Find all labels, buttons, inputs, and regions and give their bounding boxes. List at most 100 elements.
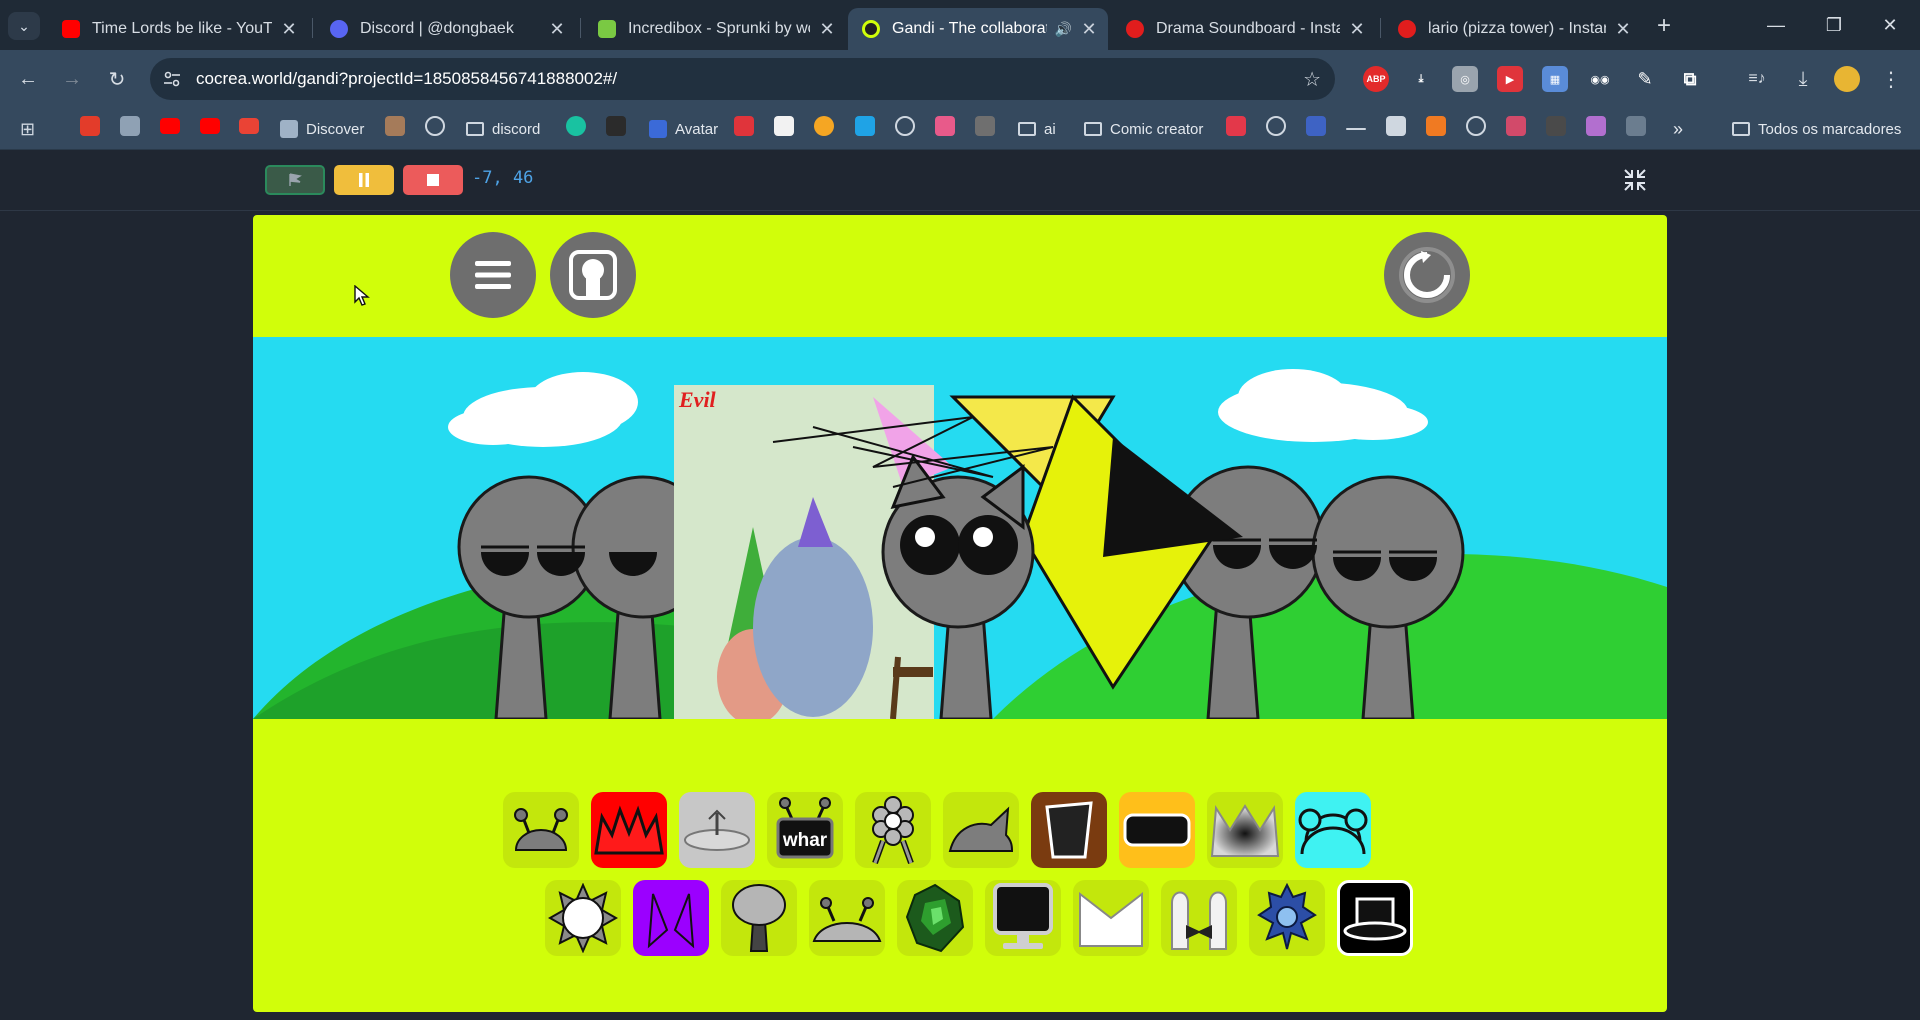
globe-icon[interactable] [895,116,915,136]
apps-button[interactable]: ⊞ [20,118,35,140]
tray-item-flower-robot[interactable] [855,792,931,868]
bookmark-icon[interactable] [1306,116,1326,136]
more-bookmarks-button[interactable]: » [1673,118,1683,140]
bookmark-star-icon[interactable]: ☆ [1303,67,1321,92]
bookmark-icon[interactable] [1506,116,1526,136]
tab-gandi[interactable]: Gandi - The collaborative 🔊 ✕ [848,8,1108,50]
exit-fullscreen-button[interactable] [1622,167,1648,193]
tray-item-purple-horns[interactable] [633,880,709,956]
forward-button[interactable]: → [57,64,87,94]
profile-avatar[interactable] [1832,64,1862,94]
bookmark-icon[interactable] [385,116,405,136]
bookmark-folder-discord[interactable]: discord [466,118,540,140]
address-bar[interactable]: cocrea.world/gandi?projectId=18508584567… [150,58,1335,100]
pause-button[interactable] [334,165,394,195]
downloads-button[interactable]: ⤓ [1788,64,1818,94]
tab-discord[interactable]: Discord | @dongbaek ✕ [316,8,576,50]
tray-item-satellite[interactable] [679,792,755,868]
tab-search-button[interactable]: ⌄ [8,12,40,40]
globe-icon[interactable] [1266,116,1286,136]
close-window-button[interactable]: ✕ [1862,8,1918,42]
bookmark-icon[interactable] [566,116,586,136]
camera-ext-icon[interactable]: ◎ [1452,66,1478,92]
bookmark-icon[interactable] [734,116,754,136]
glasses-ext-icon[interactable]: ◉◉ [1587,66,1613,92]
bookmark-icon[interactable] [975,116,995,136]
tray-item-computer[interactable] [985,880,1061,956]
tray-item-red-spikes[interactable] [591,792,667,868]
menu-button[interactable] [450,232,536,318]
bookmark-folder-comic-creator[interactable]: Comic creator [1084,118,1203,140]
puzzle-icon[interactable]: ⧉ [1677,66,1703,92]
bookmark-icon[interactable] [774,116,794,136]
bookmark-folder-ai[interactable]: ai [1018,118,1056,140]
game-stage[interactable]: Evil whar [253,215,1667,1012]
tray-item-blue-robot[interactable] [1249,880,1325,956]
adblock-icon[interactable]: ABP [1363,66,1389,92]
tray-item-headphones[interactable] [1295,792,1371,868]
restore-button[interactable]: ❐ [1806,8,1862,42]
bookmark-icon[interactable] [1586,116,1606,136]
globe-icon[interactable] [425,116,445,136]
tray-item-white-crown[interactable] [1073,880,1149,956]
media-control-button[interactable]: ≡♪ [1742,64,1772,94]
tray-item-cat-ear[interactable] [943,792,1019,868]
tab-youtube[interactable]: Time Lords be like - YouTube ✕ [48,8,308,50]
tray-item-tree[interactable] [721,880,797,956]
speaker-icon[interactable]: 🔊 [1055,21,1072,38]
globe-icon[interactable] [1466,116,1486,136]
satellite-dish-icon [684,809,750,851]
bookmark-icon[interactable] [1346,128,1366,130]
bookmark-avatar[interactable]: Avatar [649,118,718,140]
close-icon[interactable]: ✕ [818,19,836,40]
tab-drama-soundboard[interactable]: Drama Soundboard - Instant ✕ [1112,8,1376,50]
bookmark-icon[interactable] [1546,116,1566,136]
tab-lario[interactable]: lario (pizza tower) - Instant ✕ [1384,8,1642,50]
close-icon[interactable]: ✕ [1080,19,1098,40]
tray-item-bowtie[interactable] [1161,880,1237,956]
browser-menu-button[interactable]: ⋮ [1876,64,1906,94]
tab-incredibox[interactable]: Incredibox - Sprunki by wolfey ✕ [584,8,846,50]
bookmark-icon[interactable] [1226,116,1246,136]
character-mode-button[interactable] [550,232,636,318]
bookmark-icon[interactable] [935,116,955,136]
tray-item-crown[interactable] [1207,792,1283,868]
video-ext-icon[interactable]: ▶ [1497,66,1523,92]
tray-item-sun[interactable] [545,880,621,956]
tray-item-whar-screen[interactable]: whar [767,792,843,868]
bookmark-icon[interactable] [80,116,100,136]
stop-button[interactable] [403,165,463,195]
bookmark-icon[interactable] [1426,116,1446,136]
tray-item-crab[interactable] [809,880,885,956]
tray-item-black-hat[interactable] [1337,880,1413,956]
photo-ext-icon[interactable]: ▦ [1542,66,1568,92]
download-helper-icon[interactable]: ⤓ [1408,66,1434,92]
tray-item-visor[interactable] [1119,792,1195,868]
tray-item-antenna-dome[interactable] [503,792,579,868]
bookmark-discover[interactable]: Discover [280,118,364,140]
tray-item-bucket[interactable] [1031,792,1107,868]
bookmark-icon[interactable] [1626,116,1646,136]
close-icon[interactable]: ✕ [548,19,566,40]
bookmark-icon[interactable] [606,116,626,136]
close-icon[interactable]: ✕ [280,19,298,40]
back-button[interactable]: ← [13,64,43,94]
youtube-icon[interactable] [200,118,220,134]
bookmark-icon[interactable] [855,116,875,136]
bookmark-icon[interactable] [814,116,834,136]
pen-ext-icon[interactable]: ✎ [1632,66,1658,92]
minimize-button[interactable]: — [1748,8,1804,42]
reload-button[interactable]: ↻ [102,64,132,94]
youtube-icon[interactable] [160,118,180,134]
site-info-icon[interactable] [154,61,190,97]
new-tab-button[interactable]: + [1650,12,1678,40]
all-bookmarks-folder[interactable]: Todos os marcadores [1732,118,1901,140]
green-flag-button[interactable] [265,165,325,195]
bookmark-icon[interactable] [1386,116,1406,136]
reset-button[interactable] [1384,232,1470,318]
tray-item-green-gem[interactable] [897,880,973,956]
gmail-icon[interactable] [239,118,259,134]
close-icon[interactable]: ✕ [1348,19,1366,40]
close-icon[interactable]: ✕ [1614,19,1632,40]
roblox-icon[interactable] [120,116,140,136]
